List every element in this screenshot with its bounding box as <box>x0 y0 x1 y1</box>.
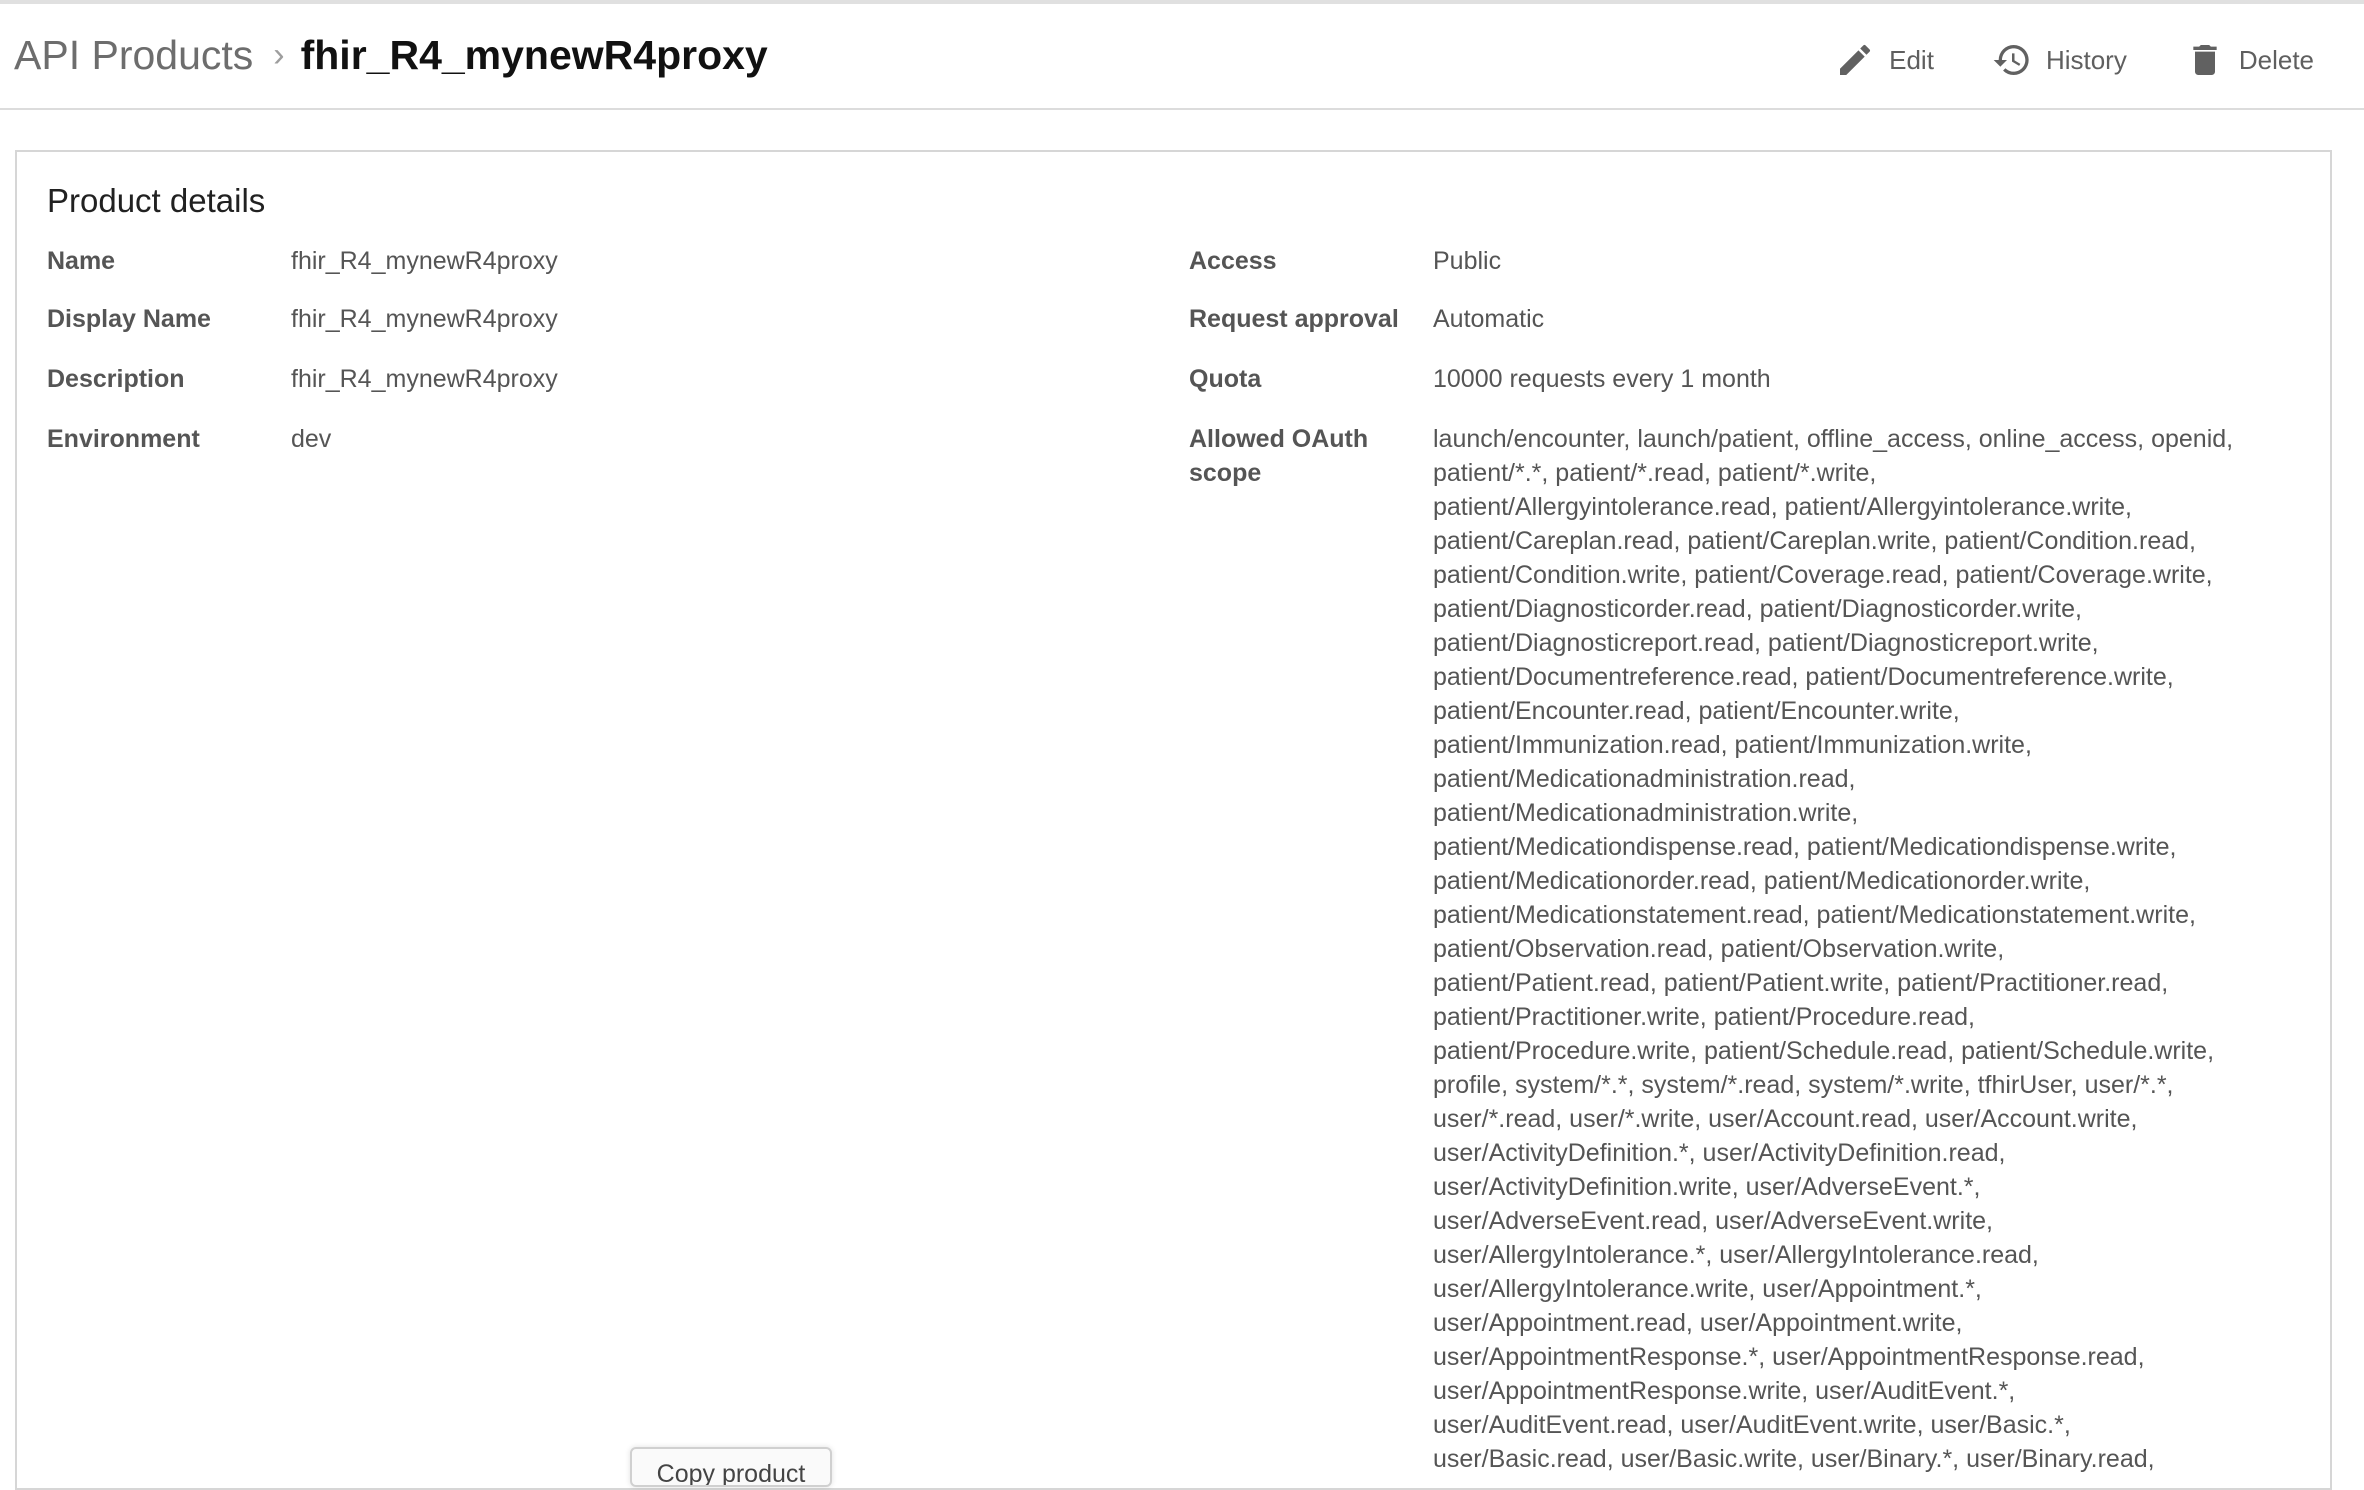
history-button-label: History <box>2045 44 2127 75</box>
oauth-scope-line: patient/*.*, patient/*.read, patient/*.w… <box>1433 459 1877 487</box>
oauth-scope-label: Allowed OAuth scope <box>1189 422 1368 490</box>
oauth-scope-line: user/ActivityDefinition.*, user/Activity… <box>1433 1139 2006 1167</box>
history-icon <box>1992 40 2032 80</box>
display-name-value: fhir_R4_mynewR4proxy <box>291 305 558 333</box>
request-approval-value: Automatic <box>1433 305 1545 333</box>
breadcrumb-separator-icon: › <box>273 36 285 74</box>
oauth-scope-line: user/Basic.read, user/Basic.write, user/… <box>1433 1445 2155 1473</box>
panel-title: Product details <box>47 182 266 219</box>
oauth-scope-line: patient/Medicationdispense.read, patient… <box>1433 833 2177 861</box>
oauth-scope-line: patient/Medicationstatement.read, patien… <box>1433 901 2196 929</box>
oauth-scope-line: launch/encounter, launch/patient, offlin… <box>1433 425 2234 453</box>
oauth-scope-value: launch/encounter, launch/patient, offlin… <box>1433 422 2313 1476</box>
description-value: fhir_R4_mynewR4proxy <box>291 365 558 393</box>
environment-label: Environment <box>47 425 200 453</box>
name-value: fhir_R4_mynewR4proxy <box>291 247 558 275</box>
oauth-scope-line: patient/Practitioner.write, patient/Proc… <box>1433 1003 1975 1031</box>
oauth-scope-line: patient/Diagnosticorder.read, patient/Di… <box>1433 595 2082 623</box>
oauth-scope-line: patient/Allergyintolerance.read, patient… <box>1433 493 2132 521</box>
edit-button-label: Edit <box>1889 44 1934 75</box>
oauth-scope-line: user/AppointmentResponse.write, user/Aud… <box>1433 1377 2016 1405</box>
oauth-scope-line: user/Appointment.read, user/Appointment.… <box>1433 1309 1963 1337</box>
oauth-scope-line: patient/Patient.read, patient/Patient.wr… <box>1433 969 2169 997</box>
oauth-scope-label-line: scope <box>1189 459 1262 487</box>
oauth-scope-line: user/AdverseEvent.read, user/AdverseEven… <box>1433 1207 1993 1235</box>
oauth-scope-line: user/AllergyIntolerance.*, user/AllergyI… <box>1433 1241 2039 1269</box>
display-name-label: Display Name <box>47 305 211 333</box>
request-approval-label: Request approval <box>1189 305 1399 333</box>
history-button[interactable]: History <box>1992 40 2127 80</box>
access-value: Public <box>1433 247 1502 275</box>
oauth-scope-line: user/ActivityDefinition.write, user/Adve… <box>1433 1173 1981 1201</box>
product-details-panel: Product details Name fhir_R4_mynewR4prox… <box>15 150 2332 1490</box>
trash-icon <box>2185 40 2225 80</box>
oauth-scope-line: patient/Careplan.read, patient/Careplan.… <box>1433 527 2196 555</box>
oauth-scope-label-line: Allowed OAuth <box>1189 425 1369 453</box>
delete-button[interactable]: Delete <box>2185 40 2314 80</box>
oauth-scope-line: user/AppointmentResponse.*, user/Appoint… <box>1433 1343 2145 1371</box>
oauth-scope-line: profile, system/*.*, system/*.read, syst… <box>1433 1071 2174 1099</box>
delete-button-label: Delete <box>2238 44 2314 75</box>
pencil-icon <box>1835 40 1875 80</box>
oauth-scope-line: user/AllergyIntolerance.write, user/Appo… <box>1433 1275 1982 1303</box>
copy-product-button[interactable]: Copy product <box>630 1447 832 1487</box>
oauth-scope-line: patient/Medicationorder.read, patient/Me… <box>1433 867 2091 895</box>
quota-label: Quota <box>1189 365 1262 393</box>
oauth-scope-line: patient/Procedure.write, patient/Schedul… <box>1433 1037 2215 1065</box>
description-label: Description <box>47 365 185 393</box>
oauth-scope-line: patient/Immunization.read, patient/Immun… <box>1433 731 2032 759</box>
page-header: API Products › fhir_R4_mynewR4proxy Edit… <box>0 4 2364 110</box>
oauth-scope-line: patient/Diagnosticreport.read, patient/D… <box>1433 629 2099 657</box>
page-title: fhir_R4_mynewR4proxy <box>300 32 768 78</box>
oauth-scope-line: patient/Condition.write, patient/Coverag… <box>1433 561 2213 589</box>
header-actions: Edit History Delete <box>1777 40 2314 80</box>
quota-value: 10000 requests every 1 month <box>1433 365 1771 393</box>
edit-button[interactable]: Edit <box>1835 40 1934 80</box>
environment-value: dev <box>291 425 332 453</box>
oauth-scope-line: patient/Medicationadministration.read, <box>1433 765 1856 793</box>
oauth-scope-line: user/AuditEvent.read, user/AuditEvent.wr… <box>1433 1411 2071 1439</box>
name-label: Name <box>47 247 116 275</box>
oauth-scope-line: patient/Documentreference.read, patient/… <box>1433 663 2174 691</box>
oauth-scope-line: user/*.read, user/*.write, user/Account.… <box>1433 1105 2138 1133</box>
access-label: Access <box>1189 247 1277 275</box>
breadcrumb: API Products › fhir_R4_mynewR4proxy <box>14 32 768 79</box>
oauth-scope-line: patient/Medicationadministration.write, <box>1433 799 1859 827</box>
oauth-scope-line: patient/Encounter.read, patient/Encounte… <box>1433 697 1960 725</box>
oauth-scope-line: patient/Observation.read, patient/Observ… <box>1433 935 2005 963</box>
breadcrumb-root-link[interactable]: API Products <box>14 32 253 79</box>
